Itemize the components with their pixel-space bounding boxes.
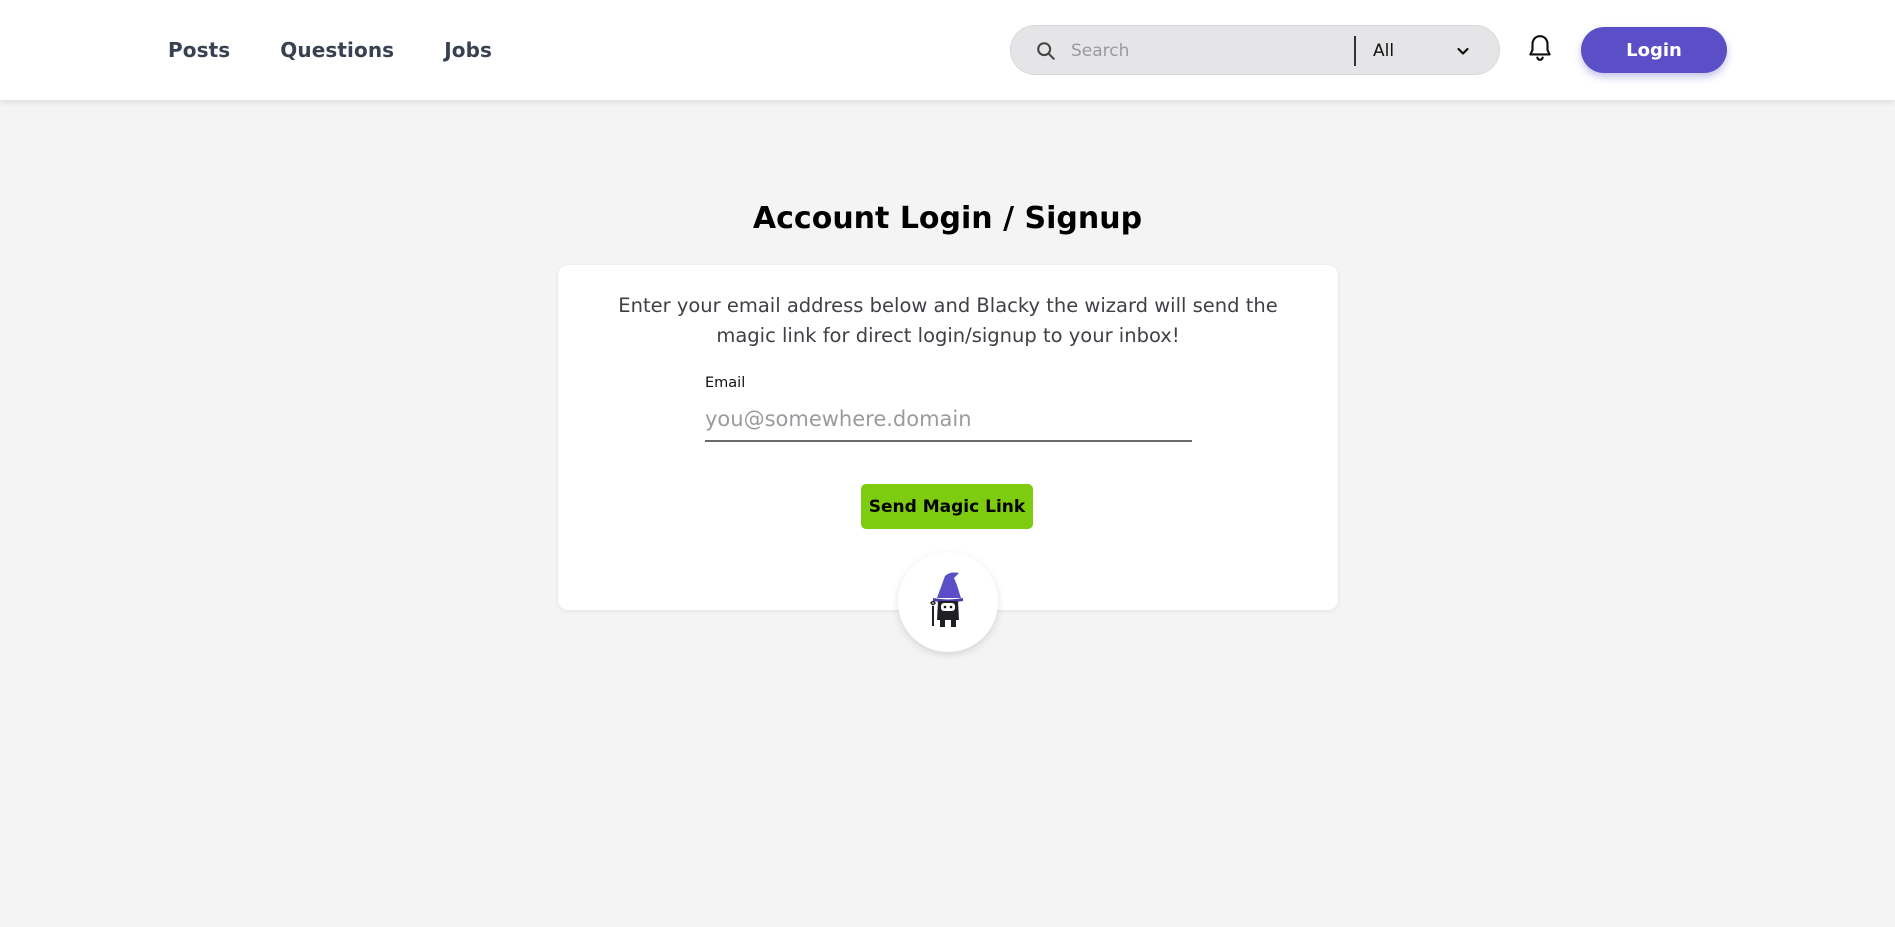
- send-magic-link-button[interactable]: Send Magic Link: [861, 484, 1033, 529]
- email-label: Email: [705, 375, 746, 391]
- email-field[interactable]: [705, 398, 1192, 442]
- search-scope-select[interactable]: All: [1373, 34, 1483, 68]
- nav-posts-link[interactable]: Posts: [168, 38, 230, 62]
- page-title: Account Login / Signup: [752, 201, 1143, 236]
- notifications-button[interactable]: [1525, 33, 1555, 67]
- search-scope-value: All: [1373, 41, 1395, 61]
- primary-nav: Posts Questions Jobs: [168, 0, 542, 100]
- wizard-mascot: [898, 552, 998, 652]
- login-instructions: Enter your email address below and Black…: [618, 294, 1278, 347]
- search-bar: All: [1010, 25, 1500, 75]
- wizard-mascot-icon: [923, 570, 973, 634]
- nav-questions-link[interactable]: Questions: [280, 38, 394, 62]
- search-divider: [1354, 36, 1356, 66]
- search-icon: [1035, 40, 1057, 62]
- nav-jobs-link[interactable]: Jobs: [444, 38, 492, 62]
- login-button[interactable]: Login: [1581, 27, 1727, 73]
- bell-icon: [1527, 33, 1553, 67]
- top-navbar: Posts Questions Jobs All: [0, 0, 1895, 100]
- search-input[interactable]: [1071, 34, 1361, 68]
- chevron-down-icon: [1455, 43, 1471, 59]
